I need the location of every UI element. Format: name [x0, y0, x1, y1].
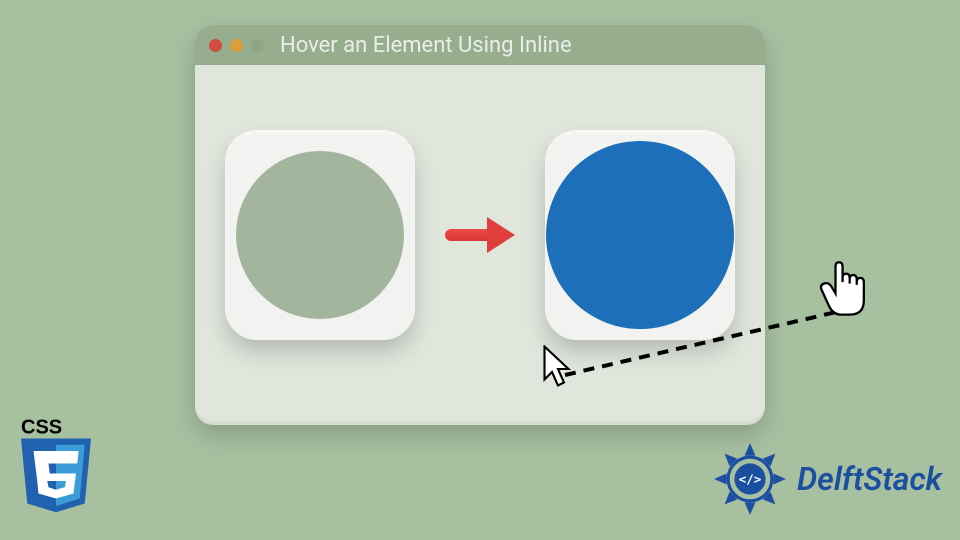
browser-window-mock: Hover an Element Using Inline [195, 25, 765, 425]
circle-default [236, 151, 404, 319]
card-hovered-state [545, 130, 735, 340]
maximize-icon[interactable] [251, 39, 264, 52]
window-content [195, 65, 765, 425]
delftstack-wordmark: DelftStack [797, 460, 942, 498]
svg-text:</>: </> [739, 472, 762, 487]
cursor-arrow-icon [543, 345, 579, 393]
css3-badge-label: CSS [21, 417, 62, 439]
delftstack-logo: </> DelftStack [711, 440, 942, 518]
card-default-state [225, 130, 415, 340]
window-title: Hover an Element Using Inline [280, 33, 572, 58]
circle-hovered [546, 141, 734, 329]
window-titlebar: Hover an Element Using Inline [195, 25, 765, 65]
traffic-lights [209, 39, 264, 52]
minimize-icon[interactable] [230, 39, 243, 52]
close-icon[interactable] [209, 39, 222, 52]
cursor-hand-icon [815, 258, 873, 326]
delftstack-emblem-icon: </> [711, 440, 789, 518]
css3-badge-icon: CSS [16, 416, 96, 520]
arrow-icon [445, 217, 515, 253]
